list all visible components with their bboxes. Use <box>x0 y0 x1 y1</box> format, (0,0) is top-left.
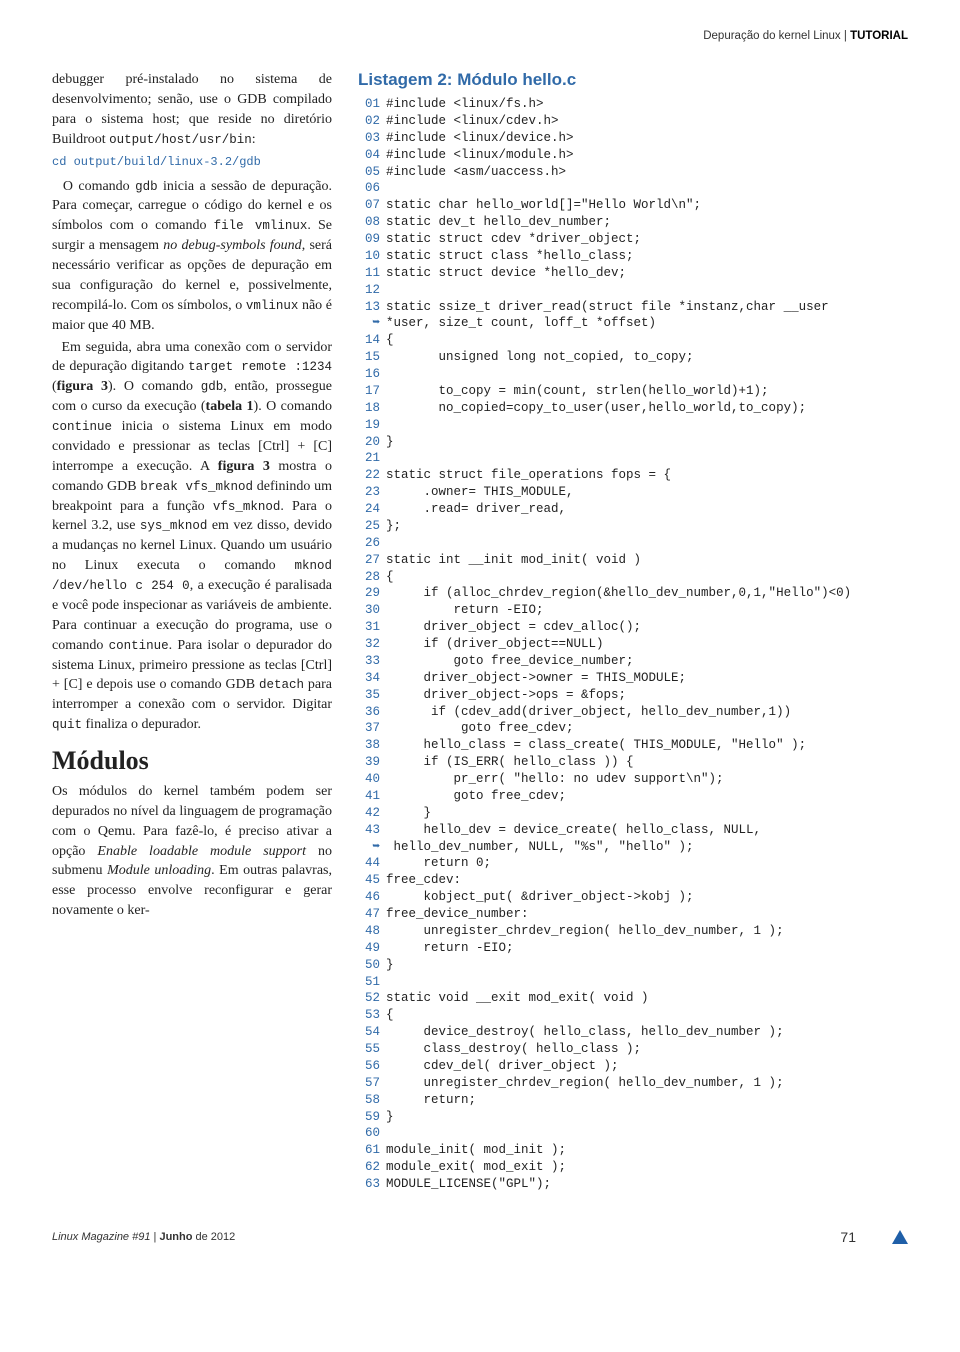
columns: debugger pré-instalado no sistema de des… <box>52 70 908 1193</box>
header-section: TUTORIAL <box>850 30 908 42</box>
command-1: cd output/build/linux-3.2/gdb <box>52 154 332 171</box>
footer-right: 71 <box>840 1229 908 1245</box>
page: Depuração do kernel Linux | TUTORIAL deb… <box>0 0 960 1265</box>
code-listing: 01#include <linux/fs.h> 02#include <linu… <box>358 96 908 1193</box>
right-column: Listagem 2: Módulo hello.c 01#include <l… <box>358 70 908 1193</box>
triangle-icon <box>892 1230 908 1244</box>
page-number: 71 <box>840 1229 856 1245</box>
page-footer: Linux Magazine #91 | Junho de 2012 71 <box>52 1229 908 1245</box>
footer-left: Linux Magazine #91 | Junho de 2012 <box>52 1231 235 1243</box>
listing-title: Listagem 2: Módulo hello.c <box>358 70 908 90</box>
para-2: O comando gdb inicia a sessão de depuraç… <box>52 177 332 336</box>
header-category: Depuração do kernel Linux <box>703 30 840 42</box>
section-heading-modulos: Módulos <box>52 743 332 780</box>
page-header: Depuração do kernel Linux | TUTORIAL <box>52 30 908 42</box>
para-1: debugger pré-instalado no sistema de des… <box>52 70 332 150</box>
para-3: Em seguida, abra uma conexão com o servi… <box>52 338 332 736</box>
para-4: Os módulos do kernel também podem ser de… <box>52 782 332 921</box>
left-column: debugger pré-instalado no sistema de des… <box>52 70 332 1193</box>
